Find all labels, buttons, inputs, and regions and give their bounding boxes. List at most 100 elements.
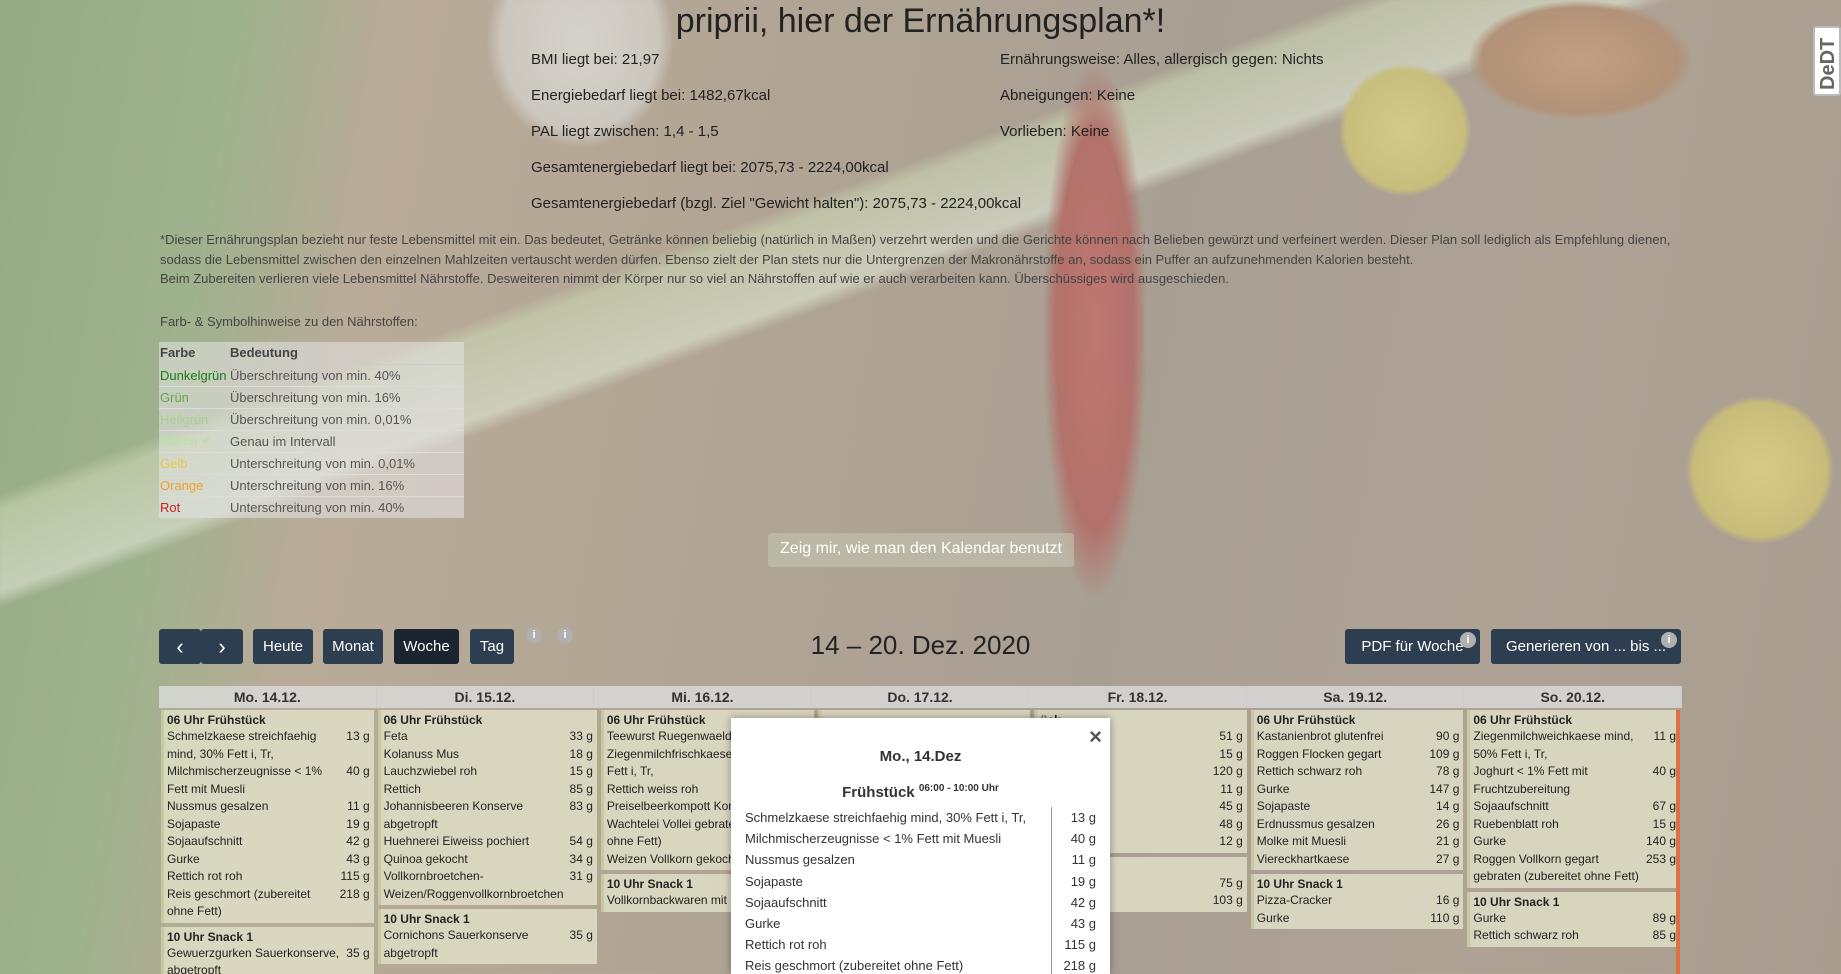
food-amount: 83 g	[569, 799, 593, 813]
food-name: Reis geschmort (zubereitet ohne Fett)	[167, 886, 311, 919]
food-amount: 19 g	[346, 816, 370, 831]
food-item: Gurke 43 g	[167, 851, 370, 869]
food-amount: 253 g	[1645, 851, 1676, 866]
food-amount: 11 g	[1653, 729, 1676, 743]
food-name: Sojapaste	[167, 816, 221, 831]
day-header[interactable]: Do. 17.12.	[812, 686, 1030, 708]
popup-food-name: Nussmus gesalzen	[745, 849, 1052, 871]
food-amount: 90 g	[1436, 729, 1460, 743]
popup-food-amount: 43 g	[1070, 916, 1096, 932]
food-item: Gurke 110 g	[1257, 910, 1460, 928]
meal-title: 10 Uhr Snack 1	[1473, 894, 1560, 909]
food-name: Erdnussmus gesalzen	[1256, 816, 1375, 831]
info-icon[interactable]: i	[1460, 632, 1476, 648]
pdf-week-button[interactable]: PDF für Woche	[1345, 629, 1480, 664]
stat-line: Gesamtenergiebedarf (bzgl. Ziel "Gewicht…	[531, 195, 1022, 212]
food-item: Roggen Flocken gegart 109 g	[1257, 746, 1460, 764]
food-amount: 15 g	[569, 764, 593, 778]
food-item: Milchmischerzeugnisse < 1% Fett mit Mues…	[167, 763, 370, 798]
day-header[interactable]: Sa. 19.12.	[1247, 686, 1465, 708]
meal-card[interactable]: 10 Uhr Snack 1 Gewuerzgurken Sauerkonserv…	[161, 926, 374, 974]
food-item: Gurke 147 g	[1257, 781, 1460, 799]
food-amount: 140 g	[1645, 834, 1676, 848]
scrollbar[interactable]	[1676, 710, 1680, 974]
meal-card[interactable]: 10 Uhr Snack 1 Cornichons Sauerkonserve a…	[377, 909, 597, 964]
meal-title: 10 Uhr Snack 1	[167, 929, 254, 944]
food-amount: 51 g	[1219, 729, 1243, 743]
food-amount: 110 g	[1430, 910, 1460, 925]
food-item: Vollkornbroetchen-Weizen/Roggenvollkornb…	[384, 868, 593, 903]
popup-date: Mo., 14.Dez	[879, 748, 962, 765]
meal-title: 10 Uhr Snack 1	[383, 912, 470, 926]
food-item: Sojaaufschnitt 42 g	[167, 833, 370, 851]
popup-food-name: Sojaaufschnitt	[745, 891, 1052, 914]
food-item: Kolanuss Mus 18 g	[384, 746, 593, 764]
food-amount: 85 g	[1652, 928, 1676, 942]
food-amount: 27 g	[1436, 851, 1460, 866]
day-column: 06 Uhr Frühstück Kastanienbrot glutenfrei…	[1249, 708, 1466, 974]
legend-header-meaning: Bedeutung	[229, 342, 464, 365]
food-amount: 26 g	[1436, 816, 1460, 831]
calendar-howto-button[interactable]: Zeig mir, wie man den Kalendar benutzt	[768, 533, 1074, 567]
popup-food-amount: 19 g	[1070, 873, 1096, 889]
day-column: 06 Uhr Frühstück Schmelzkaese streichfaeh…	[159, 708, 376, 974]
legend-meaning: Überschreitung von min. 16%	[229, 385, 464, 408]
meal-card[interactable]: 10 Uhr Snack 1 Pizza-Cracker 16 g Gurke 110 …	[1250, 874, 1464, 929]
preference-line: Abneigungen: Keine	[1000, 87, 1136, 104]
food-item: Viereckhartkaese 27 g	[1257, 851, 1460, 869]
food-item: Joghurt < 1% Fett mit Fruchtzubereitung 4…	[1473, 763, 1676, 798]
side-tab-label: DeDT	[1817, 37, 1839, 90]
legend-meaning: Unterschreitung von min. 0,01%	[229, 451, 464, 474]
meal-card[interactable]: 10 Uhr Snack 1 Gurke 89 g Rettich schwarz r…	[1467, 891, 1680, 947]
food-name: Rettich rot roh	[167, 869, 243, 883]
page-title: priprii, hier der Ernährungsplan*!	[675, 2, 1166, 40]
food-amount: 31 g	[569, 869, 593, 883]
legend-color-name: Rot	[159, 495, 229, 518]
meal-card[interactable]: 06 Uhr Frühstück Schmelzkaese streichfaeh…	[161, 710, 374, 923]
legend-row: Grün Überschreitung von min. 16%	[159, 385, 464, 408]
stat-line: PAL liegt zwischen: 1,4 - 1,5	[531, 123, 719, 140]
food-name: Sojaaufschnitt	[1473, 799, 1549, 813]
day-header[interactable]: Fr. 18.12.	[1029, 686, 1247, 708]
food-amount: 103 g	[1212, 893, 1243, 907]
diet-preferences: Ernährungsweise: Alles, allergisch gegen…	[1000, 50, 1324, 158]
meal-card[interactable]: 06 Uhr Frühstück Feta 33 g Kolanuss Mus 18 g…	[377, 710, 597, 905]
popup-food-name: Rettich rot roh	[745, 934, 1052, 956]
day-header[interactable]: Mi. 16.12.	[594, 686, 812, 708]
food-amount: 115 g	[340, 869, 370, 883]
meal-card[interactable]: 06 Uhr Frühstück Ziegenmilchweichkaese mi…	[1467, 710, 1680, 888]
popup-food-amount: 11 g	[1071, 852, 1096, 868]
day-header[interactable]: So. 20.12.	[1464, 686, 1682, 708]
food-amount: 35 g	[346, 945, 370, 960]
food-amount: 11 g	[1220, 781, 1243, 796]
popup-item: Rettich rot roh 115 g	[745, 934, 1096, 956]
food-amount: 85 g	[569, 781, 593, 796]
food-amount: 147 g	[1429, 781, 1460, 796]
meal-title: 10 Uhr Snack 1	[1256, 877, 1343, 891]
food-name: Sojapaste	[1256, 799, 1311, 813]
day-header[interactable]: Mo. 14.12.	[159, 686, 377, 708]
popup-food-name: Reis geschmort (zubereitet ohne Fett)	[745, 955, 1052, 974]
preference-line: Vorlieben: Keine	[1000, 123, 1110, 140]
food-amount: 34 g	[569, 851, 593, 866]
info-icon[interactable]: i	[1661, 632, 1677, 648]
legend-meaning: Genau im Intervall	[229, 429, 464, 452]
calendar-header: Mo. 14.12. Di. 15.12. Mi. 16.12. Do. 17.12.…	[159, 686, 1682, 708]
food-item: Ruebenblatt roh 15 g	[1473, 816, 1676, 834]
food-amount: 218 g	[339, 886, 370, 901]
close-icon[interactable]: ×	[1089, 724, 1102, 750]
food-item: Cornichons Sauerkonserve abgetropft 35 g	[384, 927, 593, 962]
food-name: Roggen Vollkorn gegart gebraten (zuberei…	[1473, 851, 1639, 884]
stat-line: Gesamtenergiebedarf liegt bei: 2075,73 -…	[531, 159, 889, 176]
meal-card[interactable]: 06 Uhr Frühstück Kastanienbrot glutenfrei…	[1250, 710, 1464, 870]
popup-food-name: Sojapaste	[745, 870, 1052, 892]
food-amount: 120 g	[1212, 764, 1243, 778]
food-name: Rettich schwarz roh	[1256, 764, 1363, 778]
food-item: Rettich schwarz roh 85 g	[1473, 927, 1676, 945]
generate-range-button[interactable]: Generieren von ... bis ...	[1491, 629, 1681, 664]
side-tab[interactable]: DeDT	[1813, 26, 1841, 96]
popup-item: Nussmus gesalzen 11 g	[745, 849, 1096, 871]
day-header[interactable]: Di. 15.12.	[377, 686, 595, 708]
food-amount: 45 g	[1219, 799, 1243, 813]
legend-color-name: Hellgrün	[159, 407, 229, 430]
